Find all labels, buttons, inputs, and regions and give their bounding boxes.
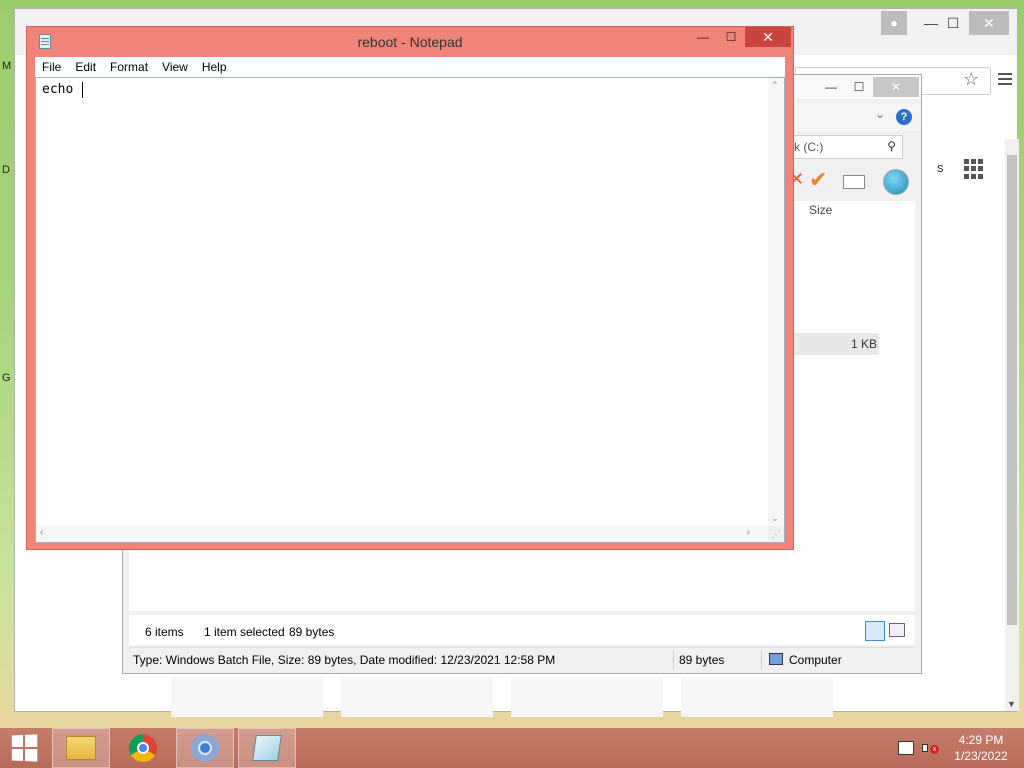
details-bar: Type: Windows Batch File, Size: 89 bytes… bbox=[129, 647, 915, 671]
new-tab-tile[interactable] bbox=[681, 677, 833, 717]
browser-close-button[interactable]: ✕ bbox=[969, 11, 1009, 35]
clock-time: 4:29 PM bbox=[958, 733, 1004, 747]
location-label: Computer bbox=[789, 653, 842, 667]
search-placeholder: k (C:) bbox=[794, 140, 824, 154]
desktop-icon-label-edge: D bbox=[2, 164, 10, 176]
column-header-size[interactable]: Size bbox=[809, 203, 832, 217]
menu-edit[interactable]: Edit bbox=[68, 60, 103, 74]
bookmark-star-icon[interactable]: ☆ bbox=[963, 69, 979, 90]
profile-icon[interactable]: ● bbox=[881, 11, 907, 35]
editor-content: echo bbox=[42, 82, 74, 97]
view-toggle bbox=[865, 621, 909, 641]
explorer-maximize-button[interactable]: ☐ bbox=[845, 77, 873, 97]
folder-icon bbox=[66, 736, 96, 760]
clock-date: 1/23/2022 bbox=[954, 749, 1008, 763]
explorer-toolbar: ✕ ✔ bbox=[789, 167, 915, 197]
start-button[interactable] bbox=[0, 728, 48, 768]
scroll-up-arrow-icon[interactable]: ⌃ bbox=[771, 80, 779, 91]
large-icons-view-icon[interactable] bbox=[889, 623, 905, 637]
preview-pane-icon[interactable] bbox=[843, 175, 865, 189]
notepad-titlebar[interactable]: reboot - Notepad bbox=[27, 27, 793, 57]
selection-size: 89 bytes bbox=[289, 625, 335, 639]
scroll-down-arrow-icon[interactable]: ⌄ bbox=[771, 513, 779, 524]
taskbar: x 4:29 PM 1/23/2022 bbox=[0, 728, 1024, 768]
explorer-search-input[interactable]: k (C:) ⚲ bbox=[789, 135, 903, 159]
chrome-icon bbox=[129, 734, 157, 762]
maximize-button[interactable]: ☐ bbox=[717, 27, 745, 47]
menu-bar: File Edit Format View Help bbox=[35, 57, 785, 77]
divider bbox=[673, 650, 674, 670]
file-size-cell: 1 KB bbox=[851, 337, 878, 351]
text-caret bbox=[82, 82, 83, 98]
system-clock[interactable]: 4:29 PM 1/23/2022 bbox=[952, 732, 1010, 764]
taskbar-notepad[interactable] bbox=[238, 728, 296, 768]
chromium-icon bbox=[191, 734, 219, 762]
menu-help[interactable]: Help bbox=[195, 60, 234, 74]
volume-muted-icon[interactable]: x bbox=[922, 728, 939, 768]
globe-icon[interactable] bbox=[883, 169, 909, 195]
page-text-fragment: s bbox=[937, 160, 944, 175]
menu-view[interactable]: View bbox=[155, 60, 195, 74]
new-tab-tile[interactable] bbox=[511, 677, 663, 717]
file-details: Type: Windows Batch File, Size: 89 bytes… bbox=[133, 653, 556, 667]
close-button[interactable]: ✕ bbox=[745, 27, 791, 47]
window-title: reboot - Notepad bbox=[357, 34, 463, 50]
network-icon[interactable] bbox=[898, 728, 914, 768]
menu-file[interactable]: File bbox=[35, 60, 68, 74]
taskbar-google-chrome[interactable] bbox=[114, 728, 172, 768]
item-count: 6 items bbox=[145, 625, 184, 639]
scroll-down-arrow-icon[interactable]: ▼ bbox=[1007, 699, 1016, 709]
hamburger-menu-icon[interactable] bbox=[998, 73, 1012, 87]
notepad-window: reboot - Notepad — ☐ ✕ File Edit Format … bbox=[26, 26, 794, 550]
scroll-right-arrow-icon[interactable]: › bbox=[747, 527, 750, 538]
desktop-icon-label-edge: G bbox=[2, 372, 11, 384]
divider bbox=[761, 650, 762, 670]
computer-icon bbox=[769, 653, 783, 665]
vertical-scrollbar[interactable]: ⌃ ⌄ bbox=[768, 78, 784, 526]
selection-count: 1 item selected bbox=[204, 625, 285, 639]
new-tab-tile[interactable] bbox=[341, 677, 493, 717]
minimize-button[interactable]: — bbox=[689, 27, 717, 47]
scrollbar-thumb[interactable] bbox=[1007, 155, 1017, 625]
browser-vertical-scrollbar[interactable]: ▼ bbox=[1005, 139, 1019, 711]
horizontal-scrollbar[interactable]: ‹ › bbox=[36, 526, 770, 542]
resize-grip-icon[interactable]: ⋰ bbox=[768, 526, 784, 542]
search-icon: ⚲ bbox=[887, 139, 896, 153]
apps-grid-icon[interactable] bbox=[964, 159, 984, 179]
new-tab-tile[interactable] bbox=[171, 677, 323, 717]
taskbar-chromium[interactable] bbox=[176, 728, 234, 768]
details-size: 89 bytes bbox=[679, 653, 725, 667]
details-view-icon[interactable] bbox=[865, 621, 885, 641]
taskbar-file-explorer[interactable] bbox=[52, 728, 110, 768]
browser-maximize-button[interactable]: ☐ bbox=[937, 11, 969, 35]
explorer-close-button[interactable]: ✕ bbox=[873, 77, 919, 97]
explorer-minimize-button[interactable]: — bbox=[817, 77, 845, 97]
scroll-left-arrow-icon[interactable]: ‹ bbox=[40, 527, 43, 538]
text-editor[interactable]: echo ⌃ ⌄ ‹ › ⋰ bbox=[35, 77, 785, 543]
menu-format[interactable]: Format bbox=[103, 60, 155, 74]
explorer-status-bar: 6 items 1 item selected 89 bytes bbox=[129, 615, 915, 645]
desktop-icon-label-edge: M bbox=[2, 60, 12, 72]
windows-logo-icon bbox=[11, 734, 38, 762]
help-icon[interactable]: ? bbox=[896, 109, 912, 125]
notepad-icon bbox=[252, 735, 282, 761]
checkmark-icon[interactable]: ✔ bbox=[809, 167, 827, 193]
ribbon-expand-chevron-icon[interactable]: ⌄ bbox=[875, 107, 885, 121]
